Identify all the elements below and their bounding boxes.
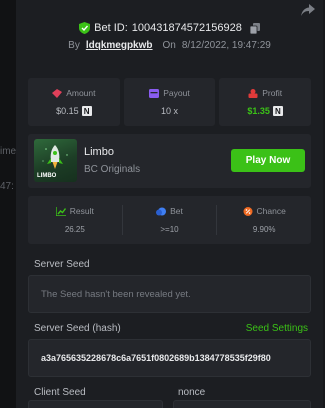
chance-label: Chance: [256, 206, 286, 216]
profit-value: $1.35: [247, 106, 270, 116]
payout-card: Payout 10 x: [123, 78, 216, 126]
result-label: Result: [69, 206, 94, 216]
amount-label-row: Amount: [52, 88, 95, 98]
game-card: LIMBO Limbo BC Originals Play Now: [28, 134, 311, 188]
profit-value-row: $1.35 N: [247, 106, 283, 116]
amount-value: $0.15: [56, 106, 79, 116]
nonce-label: nonce: [178, 387, 206, 398]
server-seed-field[interactable]: The Seed hasn't been revealed yet.: [28, 275, 311, 313]
verified-shield-icon: [79, 22, 91, 34]
share-icon[interactable]: [301, 4, 315, 16]
amount-value-row: $0.15 N: [56, 106, 92, 116]
game-name: Limbo: [84, 146, 114, 158]
chance-value: 9.90%: [252, 225, 276, 234]
server-seed-label: Server Seed: [34, 259, 90, 270]
server-seed-value: The Seed hasn't been revealed yet.: [41, 288, 191, 300]
bet-details-modal: Bet ID: 100431874572156928 By ldqkmegpkw…: [16, 0, 323, 408]
profit-label-row: Profit: [248, 88, 282, 98]
amount-icon: [52, 88, 63, 98]
background-text: 47:: [0, 181, 14, 192]
chance-label-row: Chance: [243, 206, 286, 216]
profit-card: Profit $1.35 N: [219, 78, 312, 126]
result-label-row: Result: [55, 206, 94, 216]
bet-icon: [156, 207, 167, 215]
chance-cell: Chance 9.90%: [217, 196, 311, 244]
payout-icon: [149, 88, 160, 98]
seed-settings-link[interactable]: Seed Settings: [246, 323, 308, 334]
nonce-field[interactable]: [173, 400, 311, 408]
game-provider: BC Originals: [84, 164, 141, 175]
percent-icon: [243, 206, 253, 216]
amount-card: Amount $0.15 N: [28, 78, 120, 126]
by-label: By: [68, 40, 80, 51]
coin-icon: N: [272, 106, 283, 116]
bet-cell: Bet >=10: [123, 196, 217, 244]
profit-icon: [248, 88, 258, 98]
payout-label: Payout: [163, 88, 190, 98]
result-value: 26.25: [64, 225, 85, 234]
copy-icon[interactable]: [249, 22, 260, 34]
bet-id-label: Bet ID:: [94, 22, 128, 34]
result-cell: Result 26.25: [28, 196, 122, 244]
bet-id-value: 100431874572156928: [131, 22, 242, 34]
chart-icon: [55, 206, 66, 216]
bet-label: Bet: [170, 206, 183, 216]
payout-value: 10 x: [161, 106, 179, 116]
server-seed-hash-value: a3a765635228678c6a7651f0802689b138477853…: [41, 353, 271, 363]
server-seed-hash-label: Server Seed (hash): [34, 323, 121, 334]
username-link[interactable]: ldqkmegpkwb: [86, 40, 153, 51]
game-logo-text: LIMBO: [37, 173, 57, 179]
play-now-button[interactable]: Play Now: [231, 149, 305, 172]
client-seed-label: Client Seed: [34, 387, 86, 398]
bet-id-row: Bet ID: 100431874572156928: [16, 22, 323, 34]
game-thumbnail[interactable]: LIMBO: [34, 139, 77, 182]
coin-icon: N: [81, 106, 92, 116]
server-seed-hash-field[interactable]: a3a765635228678c6a7651f0802689b138477853…: [28, 339, 311, 377]
bet-value: >=10: [160, 225, 179, 234]
amount-label: Amount: [66, 88, 96, 98]
payout-value-row: 10 x: [161, 106, 178, 116]
client-seed-field[interactable]: [28, 400, 163, 408]
background-text: ime: [0, 146, 17, 157]
bet-date: 8/12/2022, 19:47:29: [181, 40, 271, 51]
result-summary: Result 26.25 Bet >=10 Chance 9.90%: [28, 196, 311, 244]
bettor-row: By ldqkmegpkwb On 8/12/2022, 19:47:29: [16, 40, 323, 51]
bet-label-row: Bet: [156, 206, 183, 216]
bet-summary: Amount $0.15 N Payout 10 x Profit $1.35 …: [28, 78, 312, 126]
payout-label-row: Payout: [149, 88, 190, 98]
on-label: On: [162, 40, 176, 51]
profit-label: Profit: [262, 88, 283, 98]
